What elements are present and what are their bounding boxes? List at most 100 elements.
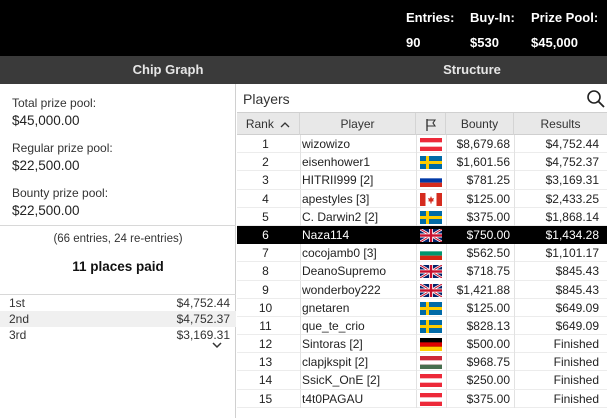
divider xyxy=(416,171,417,190)
player-name: t4t0PAGAU xyxy=(302,391,364,406)
player-results: $845.43 xyxy=(555,282,599,297)
player-rank: 1 xyxy=(262,137,269,151)
divider xyxy=(300,389,301,408)
divider xyxy=(416,280,417,299)
divider xyxy=(300,153,301,172)
rank-column-label: Rank xyxy=(245,117,274,131)
divider xyxy=(300,298,301,317)
player-bounty: $250.00 xyxy=(466,373,510,388)
player-bounty: $8,679.68 xyxy=(456,137,510,151)
player-results: Finished xyxy=(553,373,599,388)
bounty-prize-pool-value: $22,500.00 xyxy=(12,203,80,218)
prize-pool-panel: Total prize pool: $45,000.00 Regular pri… xyxy=(0,84,236,418)
player-name: clapjkspit [2] xyxy=(302,355,369,370)
buyin-value: $530 xyxy=(470,35,499,50)
player-results: $649.09 xyxy=(555,300,599,315)
player-rank: 12 xyxy=(258,337,273,352)
sweden-flag-icon xyxy=(420,156,442,170)
regular-prize-pool-label: Regular prize pool: xyxy=(12,141,113,155)
player-bounty: $968.75 xyxy=(466,355,510,370)
divider xyxy=(416,353,417,372)
player-row[interactable]: 1 wizowizo $8,679.68 $4,752.44 xyxy=(237,135,607,154)
player-rank: 8 xyxy=(262,264,269,279)
divider xyxy=(300,335,301,354)
player-row[interactable]: 10 gnetaren $125.00 $649.09 xyxy=(237,298,607,317)
player-rank: 3 xyxy=(262,173,269,188)
uk-flag-icon xyxy=(420,228,442,242)
divider xyxy=(416,335,417,354)
payout-row: 3rd $3,169.31 xyxy=(0,327,236,343)
divider xyxy=(416,371,417,390)
player-row[interactable]: 7 cocojamb0 [3] $562.50 $1,101.17 xyxy=(237,244,607,263)
player-rank: 9 xyxy=(262,282,269,297)
bounty-prize-pool: Bounty prize pool: $22,500.00 xyxy=(12,186,108,218)
player-row[interactable]: 8 DeanoSupremo $718.75 $845.43 xyxy=(237,262,607,281)
divider xyxy=(300,207,301,226)
player-name: eisenhower1 xyxy=(302,155,371,170)
results-column-header[interactable]: Results xyxy=(514,113,607,135)
divider xyxy=(300,262,301,281)
player-rank: 7 xyxy=(262,246,269,261)
payout-place: 2nd xyxy=(9,312,30,326)
player-bounty: $781.25 xyxy=(466,173,510,188)
divider xyxy=(416,262,417,281)
player-column-header[interactable]: Player xyxy=(300,113,416,135)
divider xyxy=(300,353,301,372)
bounty-column-header[interactable]: Bounty xyxy=(446,113,514,135)
divider xyxy=(416,225,417,244)
total-prize-pool-label: Total prize pool: xyxy=(12,96,97,110)
player-bounty: $562.50 xyxy=(466,246,510,261)
tab-structure[interactable]: Structure xyxy=(337,56,607,84)
divider xyxy=(416,298,417,317)
divider xyxy=(300,280,301,299)
entries-note: (66 entries, 24 re-entries) xyxy=(53,233,183,245)
bulgaria-flag-icon xyxy=(420,247,442,261)
player-row[interactable]: 4 apestyles [3] $125.00 $2,433.25 xyxy=(237,189,607,208)
divider xyxy=(0,225,236,226)
divider xyxy=(416,135,417,153)
player-row[interactable]: 14 SsicK_OnE [2] $250.00 Finished xyxy=(237,371,607,390)
chevron-down-icon[interactable] xyxy=(210,340,224,350)
divider xyxy=(416,207,417,226)
austria-flag-icon xyxy=(420,374,442,388)
search-icon[interactable] xyxy=(586,89,606,109)
player-bounty: $500.00 xyxy=(466,337,510,352)
player-name: que_te_crio xyxy=(302,318,365,333)
player-row[interactable]: 12 Sintoras [2] $500.00 Finished xyxy=(237,335,607,354)
player-row[interactable]: 13 clapjkspit [2] $968.75 Finished xyxy=(237,353,607,372)
player-row[interactable]: 9 wonderboy222 $1,421.88 $845.43 xyxy=(237,280,607,299)
player-row[interactable]: 5 C. Darwin2 [2] $375.00 $1,868.14 xyxy=(237,207,607,226)
player-name: C. Darwin2 [2] xyxy=(302,209,379,224)
divider xyxy=(300,189,301,208)
payout-amount: $4,752.37 xyxy=(176,312,230,326)
player-results: $4,752.44 xyxy=(545,137,599,151)
payout-row: 1st $4,752.44 xyxy=(0,295,236,311)
player-rank: 13 xyxy=(258,355,273,370)
divider xyxy=(416,153,417,172)
country-column-header[interactable] xyxy=(416,113,446,135)
tab-chip-graph[interactable]: Chip Graph xyxy=(0,56,336,84)
rank-column-header[interactable]: Rank xyxy=(237,113,300,135)
player-results: $1,868.14 xyxy=(545,209,599,224)
player-bounty: $750.00 xyxy=(466,227,510,242)
tab-bar: Chip Graph Structure xyxy=(0,56,607,84)
player-name: HITRII999 [2] xyxy=(302,173,374,188)
player-results: $2,433.25 xyxy=(545,191,599,206)
divider xyxy=(416,244,417,263)
divider xyxy=(300,135,301,153)
player-row[interactable]: 6 Naza114 $750.00 $1,434.28 xyxy=(237,225,607,245)
player-results: $1,434.28 xyxy=(545,227,599,242)
player-name: wonderboy222 xyxy=(302,282,381,297)
sort-ascending-icon xyxy=(280,121,290,128)
player-row[interactable]: 2 eisenhower1 $1,601.56 $4,752.37 xyxy=(237,153,607,172)
player-row[interactable]: 15 t4t0PAGAU $375.00 Finished xyxy=(237,389,607,408)
player-rank: 4 xyxy=(262,191,269,206)
payout-list[interactable]: 1st $4,752.44 2nd $4,752.37 3rd $3,169.3… xyxy=(0,294,236,343)
player-row[interactable]: 3 HITRII999 [2] $781.25 $3,169.31 xyxy=(237,171,607,190)
player-bounty: $125.00 xyxy=(466,300,510,315)
divider xyxy=(300,316,301,335)
entries-value: 90 xyxy=(406,35,421,50)
uk-flag-icon xyxy=(420,265,442,279)
player-row[interactable]: 11 que_te_crio $828.13 $649.09 xyxy=(237,316,607,336)
player-results: $845.43 xyxy=(555,264,599,279)
